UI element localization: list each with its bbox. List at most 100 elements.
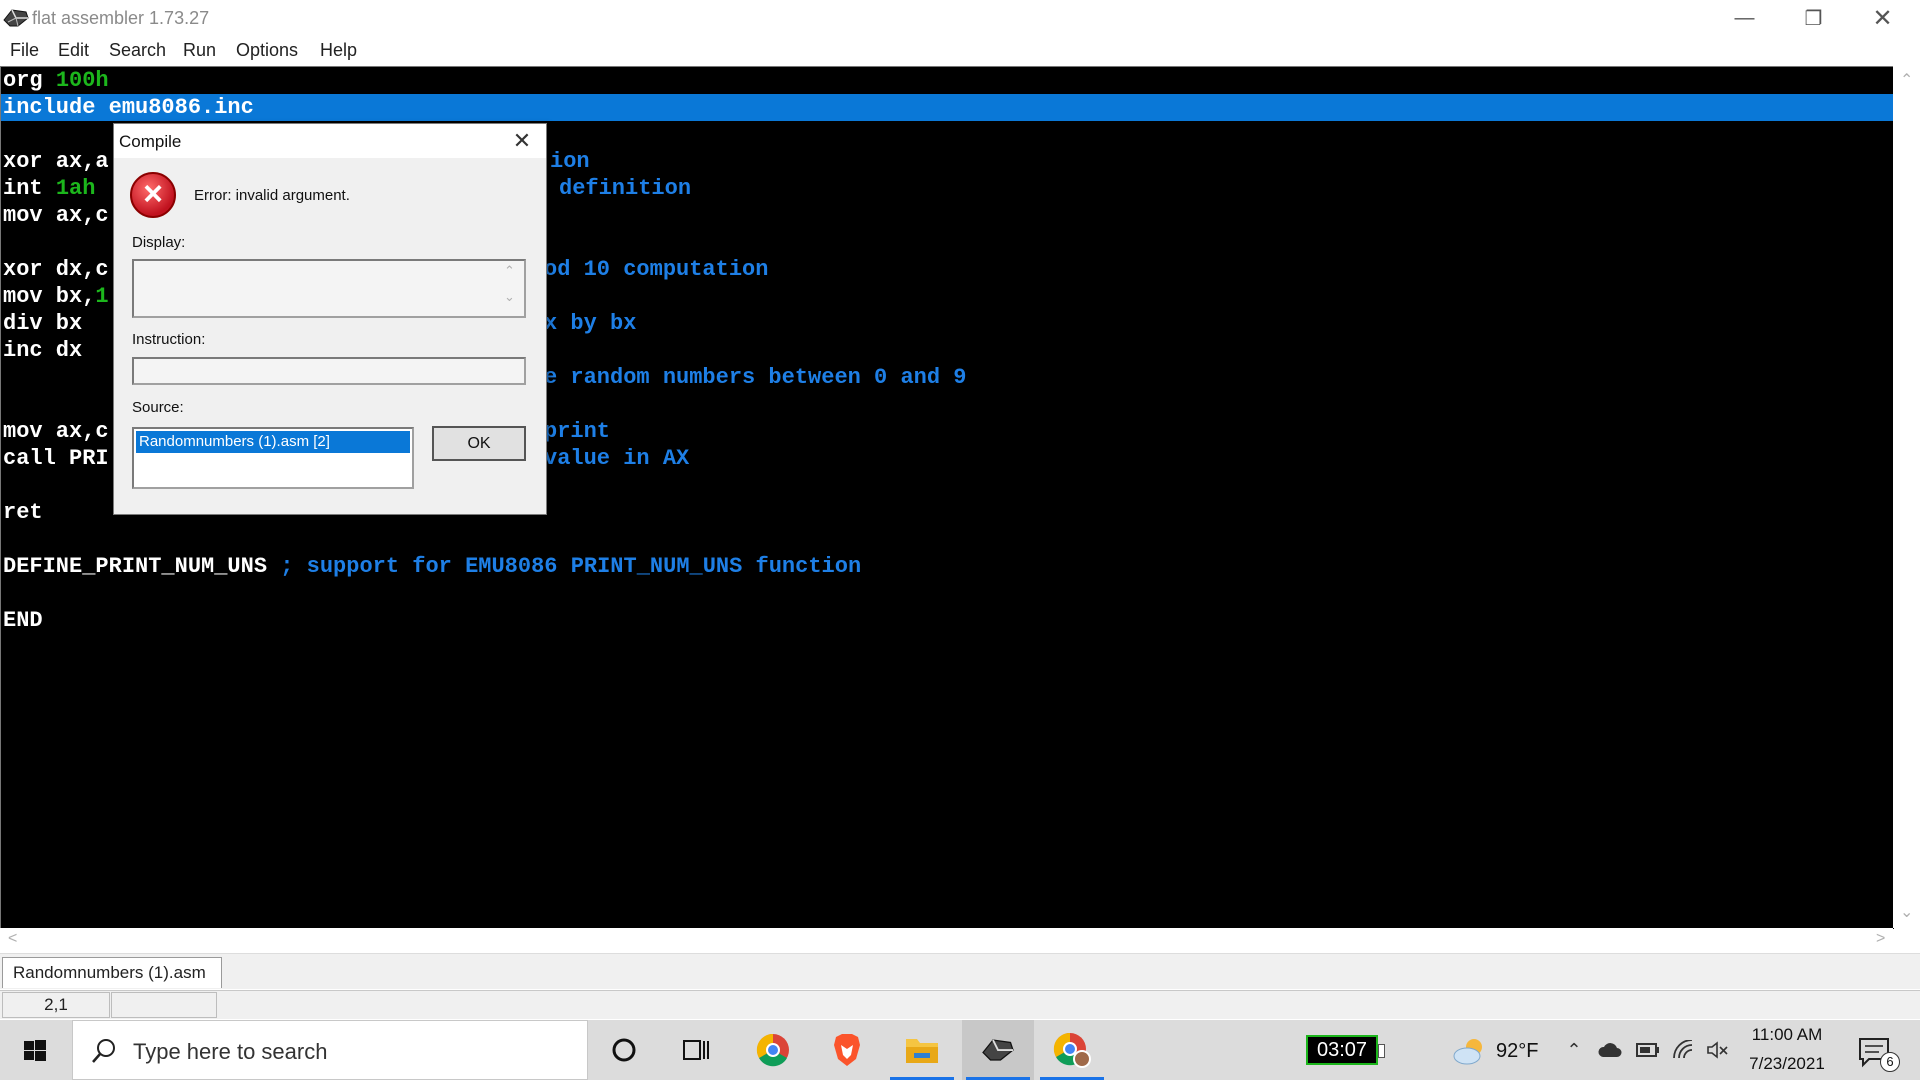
vertical-scrollbar[interactable]: ⌃ ⌄ bbox=[1893, 66, 1920, 928]
taskbar-search-box[interactable]: Type here to search bbox=[72, 1020, 588, 1080]
dialog-title: Compile bbox=[119, 132, 182, 151]
restore-button[interactable]: ❐ bbox=[1779, 0, 1848, 36]
code-line[interactable]: int 1ah definition bbox=[3, 175, 691, 202]
weather-icon[interactable] bbox=[1452, 1036, 1488, 1066]
number-literal: 100h bbox=[55, 68, 109, 93]
chrome-profile-taskbar-button[interactable] bbox=[1036, 1020, 1108, 1080]
code-line[interactable]: mov ax,c print bbox=[3, 418, 610, 445]
source-list[interactable]: Randomnumbers (1).asm [2] bbox=[132, 427, 414, 489]
volume-muted-icon bbox=[1707, 1041, 1728, 1059]
tab-randomnumbers[interactable]: Randomnumbers (1).asm bbox=[2, 957, 222, 988]
number-literal: 1ah bbox=[55, 176, 96, 201]
scroll-down-icon[interactable]: ⌄ bbox=[504, 289, 515, 305]
window-title: flat assembler 1.73.27 bbox=[32, 8, 210, 28]
code-text: xor ax,a bbox=[3, 149, 109, 174]
fasm-taskbar-button[interactable] bbox=[962, 1020, 1034, 1080]
scroll-up-icon[interactable]: ⌃ bbox=[1900, 70, 1913, 90]
clock-time[interactable]: 11:00 AM bbox=[1745, 1025, 1829, 1045]
minimize-button[interactable]: — bbox=[1710, 0, 1779, 36]
dialog-close-button[interactable]: ✕ bbox=[506, 128, 538, 154]
brave-taskbar-button[interactable] bbox=[811, 1020, 883, 1080]
close-icon: ✕ bbox=[1872, 4, 1893, 32]
code-comment: x by bx bbox=[544, 311, 637, 336]
code-text: mov bx, bbox=[3, 284, 96, 309]
cloud-icon bbox=[1598, 1043, 1622, 1057]
cortana-icon bbox=[612, 1038, 636, 1062]
menu-help[interactable]: Help bbox=[320, 40, 357, 61]
scroll-down-icon[interactable]: ⌄ bbox=[1900, 902, 1913, 922]
code-text: END bbox=[3, 608, 43, 633]
code-line[interactable]: mov bx,1 bbox=[3, 283, 109, 310]
temperature[interactable]: 92°F bbox=[1496, 1040, 1538, 1063]
scroll-up-icon[interactable]: ⌃ bbox=[504, 263, 515, 279]
code-comment: definition bbox=[559, 176, 692, 201]
code-text: include emu8086.inc bbox=[3, 95, 254, 120]
code-line[interactable]: ret bbox=[3, 499, 43, 526]
scroll-right-icon[interactable]: > bbox=[1876, 930, 1885, 948]
code-line[interactable]: mov ax,c bbox=[3, 202, 109, 229]
instruction-label: Instruction: bbox=[132, 331, 206, 348]
error-icon: × bbox=[130, 172, 176, 218]
code-line[interactable]: END bbox=[3, 607, 43, 634]
instruction-field[interactable] bbox=[132, 357, 526, 385]
code-text: inc dx bbox=[3, 338, 83, 363]
chrome-taskbar-button[interactable] bbox=[737, 1020, 809, 1080]
code-line[interactable]: include emu8086.inc bbox=[3, 94, 254, 121]
code-line[interactable]: org 100h bbox=[3, 67, 109, 94]
close-button[interactable]: ✕ bbox=[1848, 0, 1917, 36]
cortana-button[interactable] bbox=[588, 1020, 660, 1080]
code-line[interactable]: inc dx bbox=[3, 337, 82, 364]
battery-timer-widget[interactable]: 03:07 bbox=[1306, 1035, 1378, 1065]
clock-date[interactable]: 7/23/2021 bbox=[1740, 1054, 1834, 1074]
search-icon bbox=[92, 1039, 115, 1063]
code-comment: print bbox=[544, 419, 611, 444]
code-comment: e random numbers between 0 and 9 bbox=[544, 365, 967, 390]
code-line[interactable]: call PRI value in AX bbox=[3, 445, 689, 472]
code-text: org bbox=[3, 68, 56, 93]
menu-edit[interactable]: Edit bbox=[58, 40, 89, 61]
notification-count-badge: 6 bbox=[1880, 1052, 1900, 1072]
code-text: call PRI bbox=[3, 446, 109, 471]
menu-options[interactable]: Options bbox=[236, 40, 298, 61]
menu-search[interactable]: Search bbox=[109, 40, 166, 61]
number-literal: 1 bbox=[95, 284, 109, 309]
onedrive-button[interactable] bbox=[1598, 1038, 1622, 1062]
cursor-position: 2,1 bbox=[2, 992, 110, 1018]
wifi-button[interactable] bbox=[1672, 1038, 1696, 1062]
start-button[interactable] bbox=[0, 1020, 72, 1080]
display-field[interactable]: ⌃ ⌄ bbox=[132, 259, 526, 318]
source-list-item[interactable]: Randomnumbers (1).asm [2] bbox=[136, 431, 410, 453]
horizontal-scrollbar[interactable]: < > bbox=[0, 928, 1893, 953]
menu-file[interactable]: File bbox=[10, 40, 39, 61]
scroll-left-icon[interactable]: < bbox=[8, 930, 17, 948]
fasm-app-icon bbox=[3, 9, 29, 27]
code-line[interactable]: xor dx,c od 10 computation bbox=[3, 256, 768, 283]
show-hidden-icons-button[interactable]: ⌃ bbox=[1562, 1038, 1586, 1062]
code-text: xor dx,c bbox=[3, 257, 109, 282]
menu-run[interactable]: Run bbox=[183, 40, 216, 61]
close-icon: ✕ bbox=[512, 128, 532, 153]
restore-icon: ❐ bbox=[1804, 7, 1823, 30]
code-comment: od 10 computation bbox=[544, 257, 769, 282]
fasm-icon bbox=[982, 1039, 1014, 1061]
battery-button[interactable] bbox=[1636, 1038, 1660, 1062]
volume-button[interactable] bbox=[1706, 1038, 1730, 1062]
battery-icon bbox=[1636, 1043, 1659, 1057]
code-comment: ; support for EMU8086 PRINT_NUM_UNS func… bbox=[280, 554, 862, 579]
current-line-highlight bbox=[1, 94, 1894, 121]
code-line[interactable]: xor ax,a ion bbox=[3, 148, 590, 175]
task-view-button[interactable] bbox=[660, 1020, 732, 1080]
file-explorer-button[interactable] bbox=[886, 1020, 958, 1080]
code-line[interactable]: DEFINE_PRINT_NUM_UNS ; support for EMU80… bbox=[3, 553, 861, 580]
code-line[interactable]: div bx x by bx bbox=[3, 310, 636, 337]
status-cell bbox=[111, 992, 217, 1018]
folder-icon bbox=[906, 1039, 938, 1063]
code-text: ret bbox=[3, 500, 43, 525]
battery-cap bbox=[1378, 1044, 1385, 1058]
code-comment: value in AX bbox=[544, 446, 690, 471]
windows-icon bbox=[24, 1040, 46, 1061]
code-comment: ion bbox=[550, 149, 590, 174]
file-tab-bar bbox=[0, 953, 1920, 989]
wifi-icon bbox=[1673, 1040, 1693, 1059]
ok-button[interactable]: OK bbox=[432, 426, 526, 461]
